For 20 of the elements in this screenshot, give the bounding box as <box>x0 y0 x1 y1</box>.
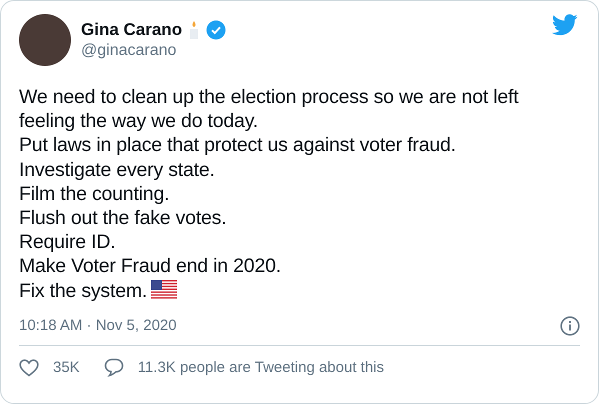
info-icon[interactable] <box>560 316 580 336</box>
heart-icon[interactable] <box>19 358 39 377</box>
author-name[interactable]: Gina Carano <box>81 20 182 40</box>
tweet-text-line: Flush out the fake votes. <box>19 206 228 230</box>
flag-icon <box>151 280 178 300</box>
author-handle[interactable]: @ginacarano <box>81 42 542 60</box>
bird-logo-icon[interactable] <box>552 14 578 36</box>
tweet-text-line: Fix the system. <box>19 278 580 303</box>
retweet-discussion-link[interactable]: 11.3K people are Tweeting about this <box>138 359 384 376</box>
candle-icon <box>188 20 200 40</box>
avatar[interactable] <box>19 14 71 66</box>
speech-bubble-icon[interactable] <box>104 358 124 378</box>
tweet-text-line: Put laws in place that protect us against voter fraud. <box>19 133 457 158</box>
tweet-text-line: Film the counting. <box>19 182 170 206</box>
tweet-timestamp[interactable]: 10:18 AM · Nov 5, 2020 <box>19 317 177 334</box>
tweet-text-line: Make Voter Fraud end in 2020. <box>19 254 282 279</box>
tweet-text-line: We need to clean up the election process so we are not left feeling the way we do today. <box>19 85 520 134</box>
tweet-text-line: Investigate every state. <box>19 158 216 182</box>
tweet-text-line: Require ID. <box>19 230 116 254</box>
like-count[interactable]: 35K <box>53 359 80 376</box>
